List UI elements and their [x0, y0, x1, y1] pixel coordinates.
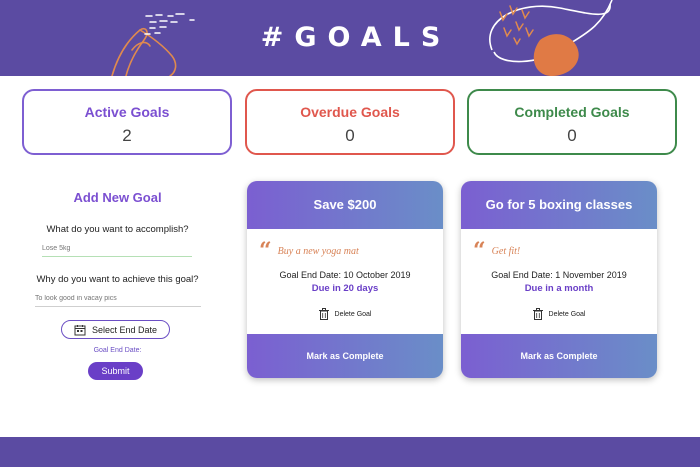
header-banner: #GOALS	[0, 0, 700, 76]
completed-goals-label: Completed Goals	[514, 104, 630, 120]
goal-title: Go for 5 boxing classes	[461, 181, 657, 229]
active-goals-label: Active Goals	[84, 104, 170, 120]
goal-title: Save $200	[247, 181, 443, 229]
quote-icon: “	[473, 238, 486, 264]
goal-question: What do you want to accomplish?	[46, 224, 189, 235]
delete-goal-label: Delete Goal	[548, 310, 586, 318]
goal-input[interactable]	[42, 240, 192, 257]
goal-due: Due in a month	[524, 283, 594, 294]
delete-goal-button[interactable]: Delete Goal	[247, 308, 443, 320]
goal-reason-text: Get fit!	[491, 245, 521, 257]
delete-goal-label: Delete Goal	[334, 310, 372, 318]
trash-icon	[532, 308, 543, 320]
overdue-goals-label: Overdue Goals	[300, 104, 400, 120]
trash-icon	[318, 308, 329, 320]
select-end-date-button[interactable]: Select End Date	[61, 320, 170, 339]
overdue-goals-card: Overdue Goals 0	[245, 89, 455, 155]
goal-reason: “ Buy a new yoga mat	[259, 238, 359, 264]
goal-reason: “ Get fit!	[473, 238, 521, 264]
delete-goal-button[interactable]: Delete Goal	[461, 308, 657, 320]
footer-bar	[0, 437, 700, 467]
completed-goals-count: 0	[567, 126, 577, 145]
reason-question: Why do you want to achieve this goal?	[36, 274, 199, 285]
submit-button[interactable]: Submit	[88, 362, 143, 380]
goal-end-date-label: Goal End Date:	[93, 347, 142, 354]
page-title: #GOALS	[260, 22, 452, 53]
quote-icon: “	[259, 238, 272, 264]
goal-due: Due in 20 days	[311, 283, 379, 294]
goal-end-date: Goal End Date: 1 November 2019	[491, 270, 627, 280]
goal-end-date: Goal End Date: 10 October 2019	[279, 270, 411, 280]
reason-input[interactable]	[35, 290, 201, 307]
mark-complete-button[interactable]: Mark as Complete	[461, 334, 657, 378]
select-end-date-label: Select End Date	[91, 324, 158, 335]
active-goals-card: Active Goals 2	[22, 89, 232, 155]
completed-goals-card: Completed Goals 0	[467, 89, 677, 155]
calendar-icon	[74, 324, 86, 335]
goal-reason-text: Buy a new yoga mat	[277, 245, 359, 257]
form-title: Add New Goal	[73, 190, 162, 205]
add-goal-form: Add New Goal What do you want to accompl…	[25, 190, 210, 380]
goal-card: Go for 5 boxing classes “ Get fit! Goal …	[461, 181, 657, 378]
mark-complete-button[interactable]: Mark as Complete	[247, 334, 443, 378]
active-goals-count: 2	[122, 126, 132, 145]
goal-card: Save $200 “ Buy a new yoga mat Goal End …	[247, 181, 443, 378]
overdue-goals-count: 0	[345, 126, 355, 145]
